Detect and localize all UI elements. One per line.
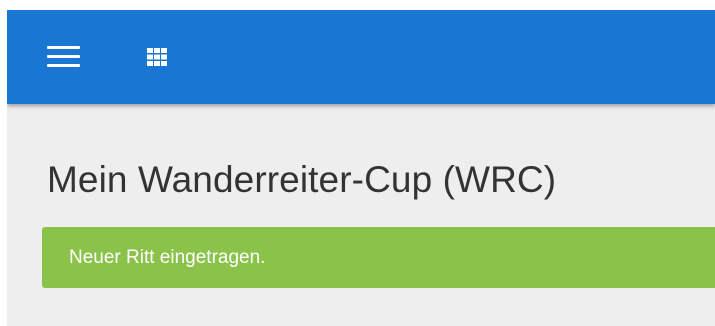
success-alert: Neuer Ritt eingetragen. xyxy=(42,227,715,288)
apps-grid-icon[interactable] xyxy=(147,48,167,66)
page-title: Mein Wanderreiter-Cup (WRC) xyxy=(47,159,557,200)
menu-line xyxy=(47,55,80,58)
menu-line xyxy=(47,46,80,49)
hamburger-menu-icon[interactable] xyxy=(47,42,87,74)
alert-message: Neuer Ritt eingetragen. xyxy=(69,247,266,268)
menu-line xyxy=(47,64,80,67)
top-app-bar xyxy=(7,10,715,104)
